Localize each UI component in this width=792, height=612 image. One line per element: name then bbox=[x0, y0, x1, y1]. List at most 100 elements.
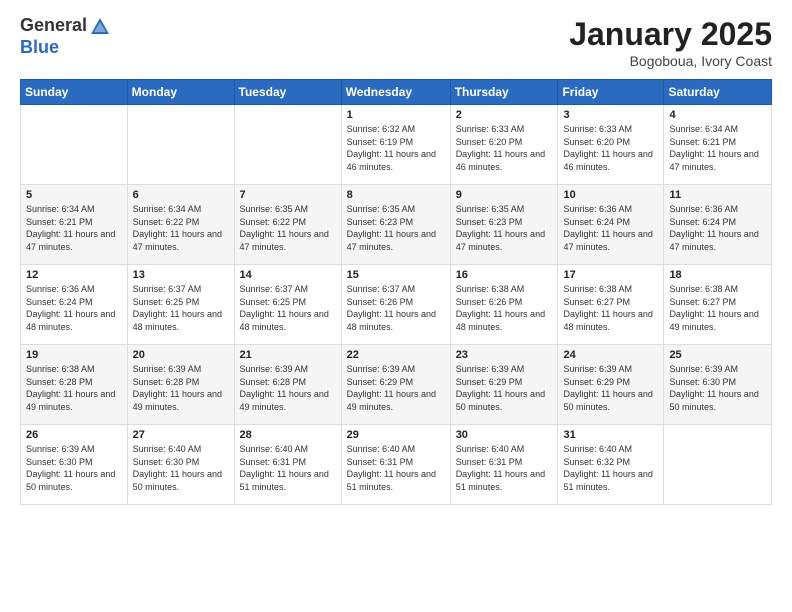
day-info: Sunrise: 6:34 AMSunset: 6:22 PMDaylight:… bbox=[133, 203, 229, 253]
calendar-cell: 6 Sunrise: 6:34 AMSunset: 6:22 PMDaylight… bbox=[127, 185, 234, 265]
calendar-cell: 19 Sunrise: 6:38 AMSunset: 6:28 PMDayligh… bbox=[21, 345, 128, 425]
calendar-cell: 9 Sunrise: 6:35 AMSunset: 6:23 PMDaylight… bbox=[450, 185, 558, 265]
calendar-cell: 15 Sunrise: 6:37 AMSunset: 6:26 PMDayligh… bbox=[341, 265, 450, 345]
day-number: 14 bbox=[240, 269, 336, 281]
calendar: SundayMondayTuesdayWednesdayThursdayFrid… bbox=[20, 79, 772, 505]
day-number: 29 bbox=[347, 429, 445, 441]
day-info: Sunrise: 6:40 AMSunset: 6:30 PMDaylight:… bbox=[133, 443, 229, 493]
calendar-cell: 11Sunrise: 6:36 AMSunset: 6:24 PMDayligh… bbox=[664, 185, 772, 265]
day-info: Sunrise: 6:37 AMSunset: 6:25 PMDaylight:… bbox=[240, 283, 336, 333]
calendar-cell: 2 Sunrise: 6:33 AMSunset: 6:20 PMDaylight… bbox=[450, 105, 558, 185]
day-number: 13 bbox=[133, 269, 229, 281]
calendar-cell: 26 Sunrise: 6:39 AMSunset: 6:30 PMDayligh… bbox=[21, 425, 128, 505]
day-info: Sunrise: 6:36 AMSunset: 6:24 PMDaylight:… bbox=[26, 283, 122, 333]
calendar-cell: 29 Sunrise: 6:40 AMSunset: 6:31 PMDayligh… bbox=[341, 425, 450, 505]
logo: General Blue bbox=[20, 16, 111, 58]
calendar-cell: 5 Sunrise: 6:34 AMSunset: 6:21 PMDaylight… bbox=[21, 185, 128, 265]
weekday-header: Monday bbox=[127, 80, 234, 105]
day-info: Sunrise: 6:39 AMSunset: 6:28 PMDaylight:… bbox=[240, 363, 336, 413]
calendar-cell: 3 Sunrise: 6:33 AMSunset: 6:20 PMDaylight… bbox=[558, 105, 664, 185]
logo-general: General bbox=[20, 16, 111, 38]
page-title: January 2025 bbox=[569, 16, 772, 53]
calendar-cell: 12 Sunrise: 6:36 AMSunset: 6:24 PMDayligh… bbox=[21, 265, 128, 345]
day-info: Sunrise: 6:39 AMSunset: 6:28 PMDaylight:… bbox=[133, 363, 229, 413]
day-info: Sunrise: 6:39 AMSunset: 6:29 PMDaylight:… bbox=[563, 363, 658, 413]
day-number: 24 bbox=[563, 349, 658, 361]
day-info: Sunrise: 6:38 AMSunset: 6:28 PMDaylight:… bbox=[26, 363, 122, 413]
day-number: 1 bbox=[347, 109, 445, 121]
weekday-header: Tuesday bbox=[234, 80, 341, 105]
calendar-cell bbox=[21, 105, 128, 185]
day-info: Sunrise: 6:39 AMSunset: 6:29 PMDaylight:… bbox=[456, 363, 553, 413]
calendar-cell: 1Sunrise: 6:32 AMSunset: 6:19 PMDaylight… bbox=[341, 105, 450, 185]
day-number: 4 bbox=[669, 109, 766, 121]
day-number: 9 bbox=[456, 189, 553, 201]
weekday-header: Wednesday bbox=[341, 80, 450, 105]
calendar-cell: 31Sunrise: 6:40 AMSunset: 6:32 PMDayligh… bbox=[558, 425, 664, 505]
day-info: Sunrise: 6:33 AMSunset: 6:20 PMDaylight:… bbox=[456, 123, 553, 173]
weekday-header: Saturday bbox=[664, 80, 772, 105]
day-info: Sunrise: 6:40 AMSunset: 6:31 PMDaylight:… bbox=[456, 443, 553, 493]
day-info: Sunrise: 6:34 AMSunset: 6:21 PMDaylight:… bbox=[669, 123, 766, 173]
day-info: Sunrise: 6:38 AMSunset: 6:27 PMDaylight:… bbox=[563, 283, 658, 333]
calendar-cell: 23 Sunrise: 6:39 AMSunset: 6:29 PMDayligh… bbox=[450, 345, 558, 425]
day-number: 20 bbox=[133, 349, 229, 361]
weekday-header: Friday bbox=[558, 80, 664, 105]
day-number: 30 bbox=[456, 429, 553, 441]
calendar-cell: 17 Sunrise: 6:38 AMSunset: 6:27 PMDayligh… bbox=[558, 265, 664, 345]
weekday-header: Thursday bbox=[450, 80, 558, 105]
day-info: Sunrise: 6:39 AMSunset: 6:30 PMDaylight:… bbox=[26, 443, 122, 493]
day-number: 15 bbox=[347, 269, 445, 281]
day-number: 17 bbox=[563, 269, 658, 281]
calendar-cell: 14 Sunrise: 6:37 AMSunset: 6:25 PMDayligh… bbox=[234, 265, 341, 345]
day-info: Sunrise: 6:39 AMSunset: 6:29 PMDaylight:… bbox=[347, 363, 445, 413]
calendar-cell: 10Sunrise: 6:36 AMSunset: 6:24 PMDayligh… bbox=[558, 185, 664, 265]
calendar-cell: 18 Sunrise: 6:38 AMSunset: 6:27 PMDayligh… bbox=[664, 265, 772, 345]
day-number: 22 bbox=[347, 349, 445, 361]
calendar-cell bbox=[234, 105, 341, 185]
weekday-header: Sunday bbox=[21, 80, 128, 105]
day-number: 18 bbox=[669, 269, 766, 281]
calendar-cell: 16Sunrise: 6:38 AMSunset: 6:26 PMDayligh… bbox=[450, 265, 558, 345]
day-info: Sunrise: 6:37 AMSunset: 6:26 PMDaylight:… bbox=[347, 283, 445, 333]
day-info: Sunrise: 6:35 AMSunset: 6:22 PMDaylight:… bbox=[240, 203, 336, 253]
day-info: Sunrise: 6:38 AMSunset: 6:27 PMDaylight:… bbox=[669, 283, 766, 333]
header: General Blue January 2025 Bogoboua, Ivor… bbox=[20, 16, 772, 69]
day-number: 3 bbox=[563, 109, 658, 121]
day-number: 2 bbox=[456, 109, 553, 121]
day-info: Sunrise: 6:40 AMSunset: 6:31 PMDaylight:… bbox=[240, 443, 336, 493]
calendar-cell: 28 Sunrise: 6:40 AMSunset: 6:31 PMDayligh… bbox=[234, 425, 341, 505]
day-info: Sunrise: 6:37 AMSunset: 6:25 PMDaylight:… bbox=[133, 283, 229, 333]
day-info: Sunrise: 6:36 AMSunset: 6:24 PMDaylight:… bbox=[669, 203, 766, 253]
day-info: Sunrise: 6:38 AMSunset: 6:26 PMDaylight:… bbox=[456, 283, 553, 333]
logo-blue: Blue bbox=[20, 38, 111, 58]
calendar-cell: 4 Sunrise: 6:34 AMSunset: 6:21 PMDaylight… bbox=[664, 105, 772, 185]
day-number: 19 bbox=[26, 349, 122, 361]
day-info: Sunrise: 6:40 AMSunset: 6:31 PMDaylight:… bbox=[347, 443, 445, 493]
day-number: 23 bbox=[456, 349, 553, 361]
calendar-cell: 13 Sunrise: 6:37 AMSunset: 6:25 PMDayligh… bbox=[127, 265, 234, 345]
day-number: 27 bbox=[133, 429, 229, 441]
day-number: 31 bbox=[563, 429, 658, 441]
calendar-cell bbox=[127, 105, 234, 185]
day-number: 6 bbox=[133, 189, 229, 201]
day-number: 26 bbox=[26, 429, 122, 441]
day-info: Sunrise: 6:39 AMSunset: 6:30 PMDaylight:… bbox=[669, 363, 766, 413]
calendar-cell bbox=[664, 425, 772, 505]
calendar-cell: 20 Sunrise: 6:39 AMSunset: 6:28 PMDayligh… bbox=[127, 345, 234, 425]
calendar-cell: 27 Sunrise: 6:40 AMSunset: 6:30 PMDayligh… bbox=[127, 425, 234, 505]
calendar-cell: 30 Sunrise: 6:40 AMSunset: 6:31 PMDayligh… bbox=[450, 425, 558, 505]
day-info: Sunrise: 6:34 AMSunset: 6:21 PMDaylight:… bbox=[26, 203, 122, 253]
calendar-cell: 24 Sunrise: 6:39 AMSunset: 6:29 PMDayligh… bbox=[558, 345, 664, 425]
day-info: Sunrise: 6:35 AMSunset: 6:23 PMDaylight:… bbox=[456, 203, 553, 253]
day-number: 8 bbox=[347, 189, 445, 201]
day-number: 25 bbox=[669, 349, 766, 361]
day-number: 10 bbox=[563, 189, 658, 201]
day-info: Sunrise: 6:33 AMSunset: 6:20 PMDaylight:… bbox=[563, 123, 658, 173]
day-number: 5 bbox=[26, 189, 122, 201]
page-subtitle: Bogoboua, Ivory Coast bbox=[569, 53, 772, 69]
day-number: 28 bbox=[240, 429, 336, 441]
day-number: 21 bbox=[240, 349, 336, 361]
day-number: 12 bbox=[26, 269, 122, 281]
calendar-cell: 22 Sunrise: 6:39 AMSunset: 6:29 PMDayligh… bbox=[341, 345, 450, 425]
